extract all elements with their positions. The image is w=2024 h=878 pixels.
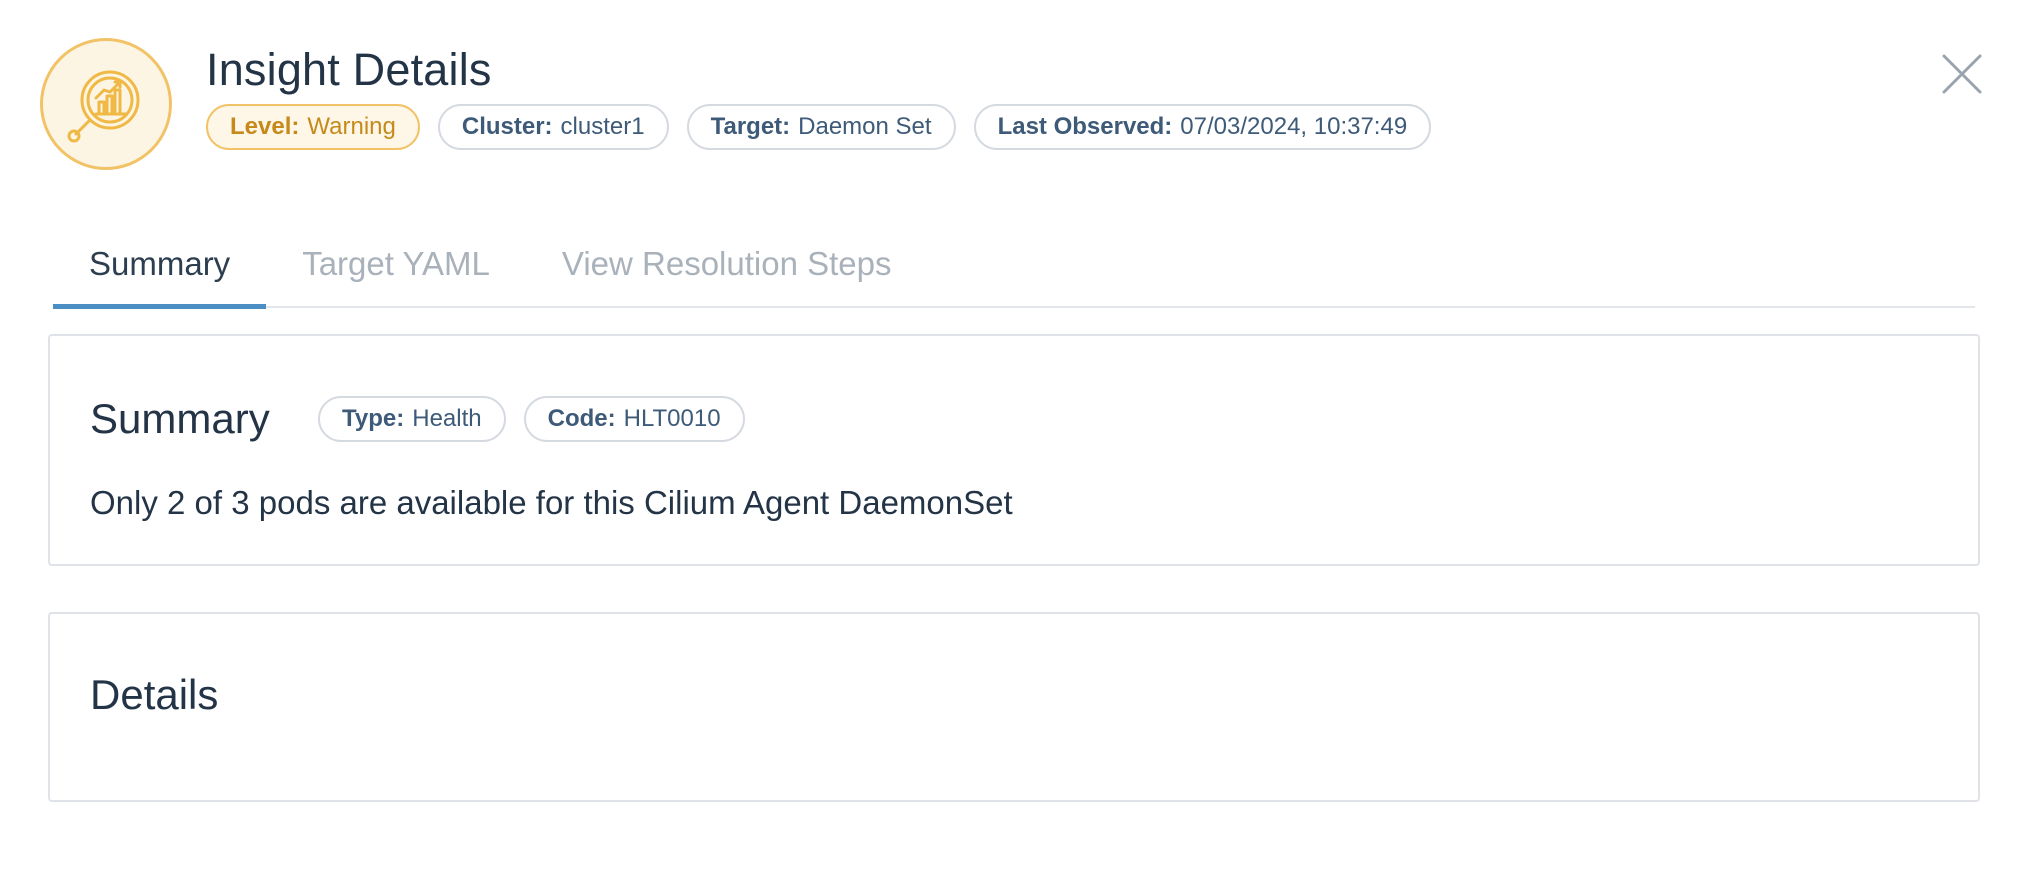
code-badge: Code: HLT0010 (523, 396, 745, 442)
close-button[interactable] (1940, 52, 1984, 96)
level-badge: Level: Warning (206, 104, 420, 150)
cluster-badge-value: cluster1 (560, 113, 645, 140)
summary-title: Summary (90, 395, 270, 442)
level-badge-value: Warning (307, 113, 396, 140)
details-card: Details (48, 612, 1980, 802)
target-badge: Target: Daemon Set (686, 104, 956, 150)
tab-view-resolution-steps[interactable]: View Resolution Steps (526, 222, 928, 306)
insight-details-page: Insight Details Level: Warning Cluster: … (0, 0, 2024, 878)
tab-bar: Summary Target YAML View Resolution Step… (53, 222, 1975, 309)
tab-target-yaml[interactable]: Target YAML (266, 222, 526, 306)
details-title: Details (90, 671, 219, 718)
last-observed-badge-key: Last Observed: (997, 113, 1173, 140)
summary-card: Summary Type: Health Code: HLT0010 Only … (48, 334, 1980, 566)
close-icon (1942, 54, 1982, 94)
last-observed-badge: Last Observed: 07/03/2024, 10:37:49 (973, 104, 1432, 150)
type-badge-value: Health (412, 405, 482, 432)
page-title: Insight Details (206, 44, 492, 95)
type-badge: Type: Health (318, 396, 506, 442)
insights-magnifier-chart-icon (40, 38, 172, 170)
code-badge-value: HLT0010 (623, 405, 721, 432)
cluster-badge: Cluster: cluster1 (437, 104, 669, 150)
cluster-badge-key: Cluster: (461, 113, 553, 140)
level-badge-key: Level: (230, 113, 300, 140)
target-badge-value: Daemon Set (798, 113, 932, 140)
last-observed-badge-value: 07/03/2024, 10:37:49 (1180, 113, 1408, 140)
insight-header: Insight Details Level: Warning Cluster: … (40, 38, 1984, 174)
summary-badges: Type: Health Code: HLT0010 (318, 396, 745, 442)
target-badge-key: Target: (710, 113, 791, 140)
type-badge-key: Type: (342, 405, 405, 432)
code-badge-key: Code: (547, 405, 616, 432)
tab-summary[interactable]: Summary (53, 222, 267, 309)
header-badges: Level: Warning Cluster: cluster1 Target:… (206, 104, 1432, 150)
summary-text: Only 2 of 3 pods are available for this … (90, 484, 1013, 521)
